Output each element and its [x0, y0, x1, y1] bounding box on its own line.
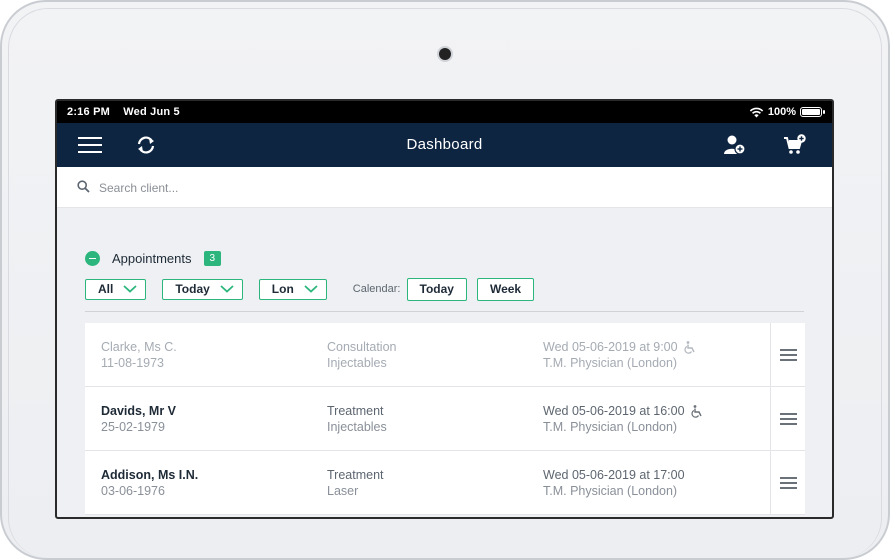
appointment-type: Treatment [327, 468, 384, 482]
calendar-today-button[interactable]: Today [406, 277, 467, 301]
appointment-datetime: Wed 05-06-2019 at 9:00 [543, 340, 678, 354]
menu-icon [779, 474, 797, 492]
appointment-row[interactable]: Addison, Ms I.N. 03-06-1976 Treatment La… [85, 451, 805, 515]
appointment-filters: All Today Lon Calendar: Today Week [85, 277, 804, 301]
row-menu-button[interactable] [770, 451, 805, 514]
filter-period-value: Today [175, 282, 210, 296]
wheelchair-icon [684, 340, 696, 354]
client-dob: 11-08-1973 [101, 356, 165, 370]
appointment-datetime: Wed 05-06-2019 at 16:00 [543, 404, 685, 418]
menu-icon [779, 410, 797, 428]
appointments-count-badge: 3 [203, 250, 222, 266]
appointment-practitioner: T.M. Physician (London) [543, 420, 678, 434]
appointments-section: Appointments 3 All Today Lon Calendar: T… [85, 247, 804, 312]
appointment-row[interactable]: Davids, Mr V 25-02-1979 Treatment Inject… [85, 387, 805, 451]
status-bar: 2:16 PM Wed Jun 5 100% [57, 101, 832, 123]
row-menu-button[interactable] [770, 323, 805, 386]
appointment-practitioner: T.M. Physician (London) [543, 484, 678, 498]
appointment-list: Clarke, Ms C. 11-08-1973 Consultation In… [85, 323, 805, 515]
client-dob: 03-06-1976 [101, 484, 165, 498]
filter-location-dropdown[interactable]: Lon [258, 278, 327, 300]
battery-percent: 100% [767, 106, 796, 118]
appointment-datetime: Wed 05-06-2019 at 17:00 [543, 468, 685, 482]
search-client-input[interactable] [97, 177, 701, 199]
filter-period-dropdown[interactable]: Today [162, 278, 243, 300]
collapse-minus-icon[interactable] [85, 250, 100, 266]
filter-who-value: All [98, 282, 114, 296]
front-camera [439, 48, 451, 60]
search-bar [57, 167, 832, 208]
search-icon [77, 180, 90, 198]
add-user-icon[interactable] [722, 133, 748, 157]
appointments-title: Appointments [112, 250, 192, 266]
appointment-category: Injectables [327, 420, 387, 434]
battery-icon [800, 107, 825, 117]
chevron-down-icon [304, 285, 318, 293]
appointment-type: Consultation [327, 340, 397, 354]
wifi-icon [749, 107, 764, 118]
client-name: Clarke, Ms C. [101, 340, 177, 354]
filter-location-value: Lon [271, 282, 294, 296]
client-dob: 25-02-1979 [101, 420, 165, 434]
client-name: Addison, Ms I.N. [101, 468, 199, 482]
section-divider [85, 311, 804, 312]
chevron-down-icon [220, 285, 234, 293]
status-date: Wed Jun 5 [123, 106, 180, 118]
appointment-type: Treatment [327, 404, 384, 418]
chevron-down-icon [123, 285, 137, 293]
filter-who-dropdown[interactable]: All [85, 278, 147, 300]
appointment-category: Laser [327, 484, 359, 498]
calendar-week-button[interactable]: Week [476, 277, 535, 301]
page-title: Dashboard [406, 136, 483, 153]
appointment-practitioner: T.M. Physician (London) [543, 356, 678, 370]
calendar-label: Calendar: [352, 283, 401, 295]
wheelchair-icon [691, 404, 703, 418]
status-time: 2:16 PM [67, 106, 110, 118]
row-menu-button[interactable] [770, 387, 805, 450]
appointment-row[interactable]: Clarke, Ms C. 11-08-1973 Consultation In… [85, 323, 805, 387]
top-navbar: Dashboard [57, 123, 832, 167]
client-name: Davids, Mr V [101, 404, 177, 418]
add-cart-icon[interactable] [782, 133, 808, 157]
appointment-category: Injectables [327, 356, 387, 370]
app-screen: 2:16 PM Wed Jun 5 100% Dashboard Search … [55, 99, 834, 519]
menu-icon [779, 346, 797, 364]
